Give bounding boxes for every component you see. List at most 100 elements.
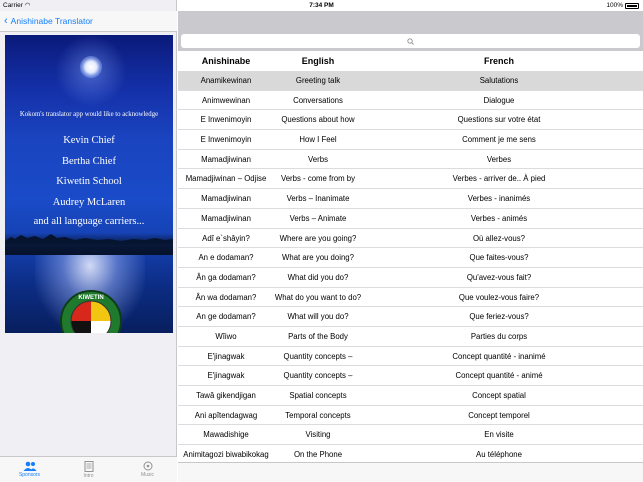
table-row[interactable]: Mamadjiwinan Verbs – Inanimate Verbes - in… [178,189,643,209]
bottom-bar [178,462,643,482]
french-cell: Que voulez-vous faire? [458,292,540,302]
column-header-anishinabe: Anishinabe [201,56,251,66]
tab-bar: Sponsors Intro Music [0,456,177,482]
anishinabe-cell: E Inwenimoyin [200,135,252,145]
table-row[interactable]: Wîiwo Parts of the Body Parties du corps [178,327,643,347]
french-cell: Verbes - animés [470,213,528,223]
french-cell: Salutations [479,76,519,85]
anishinabe-cell: E Inwenimoyin [200,115,252,125]
anishinabe-cell: Mamadjiwinan [201,194,251,204]
table-row[interactable]: E Inwenimoyin Questions about how Question… [178,110,643,131]
french-cell: Que faites-vous? [469,253,529,263]
back-button-label: Anishinabe Translator [10,16,93,26]
french-cell: Concept quantité - inanimé [452,351,546,361]
french-cell: Verbes [486,154,512,164]
tab-sponsors[interactable]: Sponsors [0,457,59,482]
anishinabe-cell: Ân ga dodaman? [196,272,256,282]
english-cell: Temporal concepts [285,410,351,420]
table-row[interactable]: An ge dodaman? What will you do? Que ferie… [178,307,643,327]
english-cell: Verbs [308,154,328,164]
table-row[interactable]: Ân ga dodaman? What did you do? Qu'avez-vo… [178,268,643,288]
tab-music-label: Music [140,472,155,478]
english-cell: What did you do? [287,272,349,282]
sponsor-name: Bertha Chief [62,156,116,167]
anishinabe-cell: An ge dodaman? [196,312,256,322]
anishinabe-cell: Adî e`shâyin? [202,233,250,243]
english-cell: What do you want to do? [274,292,362,302]
table-row[interactable]: E'jinagwak Quantity concepts – Concept qua… [178,347,643,367]
table-row[interactable]: E Inwenimoyin How I Feel Comment je me sen… [178,130,643,150]
people-icon [23,461,36,471]
column-header-french: French [483,56,514,66]
sponsor-name: Audrey McLaren [52,197,126,208]
french-cell: Concept quantité - animé [455,371,543,381]
french-cell: Parties du corps [470,331,528,341]
table-row[interactable]: Animwewinan Conversations Dialogue [178,91,643,111]
table-row[interactable]: Ân wa dodaman? What do you want to do? Que… [178,288,643,308]
tab-music[interactable]: Music [118,457,177,482]
shoreline [5,233,173,255]
document-icon [84,460,93,472]
anishinabe-cell: Mamadjiwinan [201,154,251,164]
sponsor-name: Kiwetin School [56,176,122,187]
tab-sponsors-label: Sponsors [18,472,41,478]
svg-text:KIWETIN: KIWETIN [78,295,103,301]
table-row[interactable]: Mamadjiwinan Verbs – Animate Verbes - anim… [178,209,643,229]
acknowledgement-text: Kokom's translator app would like to ack… [19,111,159,118]
anishinabe-cell: Mamadjiwinan – Odjise [185,174,267,184]
french-cell: Verbes - arriver de.. À pied [452,174,546,184]
table-row[interactable]: Mawadishige Visiting En visite [178,425,643,446]
table-row[interactable]: Mamadjiwinan – Odjise Verbs - come from b… [178,169,643,190]
table-header: Anishinabe English French [178,51,643,71]
english-cell: What will you do? [287,312,349,322]
anishinabe-cell: Ân wa dodaman? [195,292,257,302]
french-cell: Où allez-vous? [472,233,525,243]
table-row[interactable]: Anamikewinan Greeting talk Salutations [178,71,643,91]
anishinabe-cell: E'jinagwak [207,371,245,381]
back-button[interactable]: ‹ Anishinabe Translator [0,11,177,32]
anishinabe-cell: Tawâ gikendjigan [196,391,256,400]
search-input[interactable] [181,34,640,48]
table-row[interactable]: Adî e`shâyin? Where are you going? Où alle… [178,229,643,249]
battery-icon [625,2,639,9]
french-cell: Comment je me sens [462,135,536,145]
english-cell: How I Feel [299,135,337,145]
table-row[interactable]: An e dodaman? What are you doing? Que fait… [178,248,643,268]
english-cell: Questions about how [281,115,355,125]
english-cell: Parts of the Body [288,331,348,341]
english-cell: Spatial concepts [289,391,347,400]
anishinabe-cell: E'jinagwak [207,351,245,361]
school-logo: KIWETIN SCHOOL [60,290,122,333]
sponsor-image: Kokom's translator app would like to ack… [5,35,173,333]
english-cell: Conversations [293,95,343,105]
sponsor-name: and all language carriers... [33,216,145,227]
english-cell: Verbs – Inanimate [286,194,350,204]
french-cell: Qu'avez-vous fait? [466,272,532,282]
anishinabe-cell: Ani apîtendagwag [194,410,258,420]
tab-intro-label: Intro [83,472,94,479]
english-cell: Greeting talk [295,76,341,85]
table-row[interactable]: Tawâ gikendjigan Spatial concepts Concept … [178,386,643,406]
french-cell: Concept spatial [472,391,526,400]
french-cell: Questions sur votre état [457,115,541,125]
search-icon [407,37,414,45]
table-row[interactable]: Ani apîtendagwag Temporal concepts Concept… [178,406,643,426]
column-header-english: English [301,56,335,66]
french-cell: Concept temporel [468,410,530,420]
translation-list: Anamikewinan Greeting talk Salutations Anim… [178,71,643,465]
moon [80,56,102,78]
anishinabe-cell: Mamadjiwinan [201,213,251,223]
tab-intro[interactable]: Intro [59,457,118,482]
french-cell: Dialogue [483,95,515,105]
battery-indicator: 100% [606,0,639,11]
anishinabe-cell: Anamikewinan [200,76,252,85]
chevron-left-icon: ‹ [4,14,8,27]
table-row[interactable]: Mamadjiwinan Verbs Verbes [178,150,643,170]
search-bar [178,11,643,51]
translation-pane: Anishinabe English French Anamikewinan Gr… [178,0,643,482]
english-cell: Verbs - come from by [280,174,356,184]
anishinabe-cell: An e dodaman? [198,253,254,263]
status-bar: Carrier ◠ 7:34 PM 100% [0,0,643,11]
english-cell: What are you doing? [282,253,354,263]
table-row[interactable]: E'jinagwak Quantity concepts – Concept qua… [178,366,643,386]
